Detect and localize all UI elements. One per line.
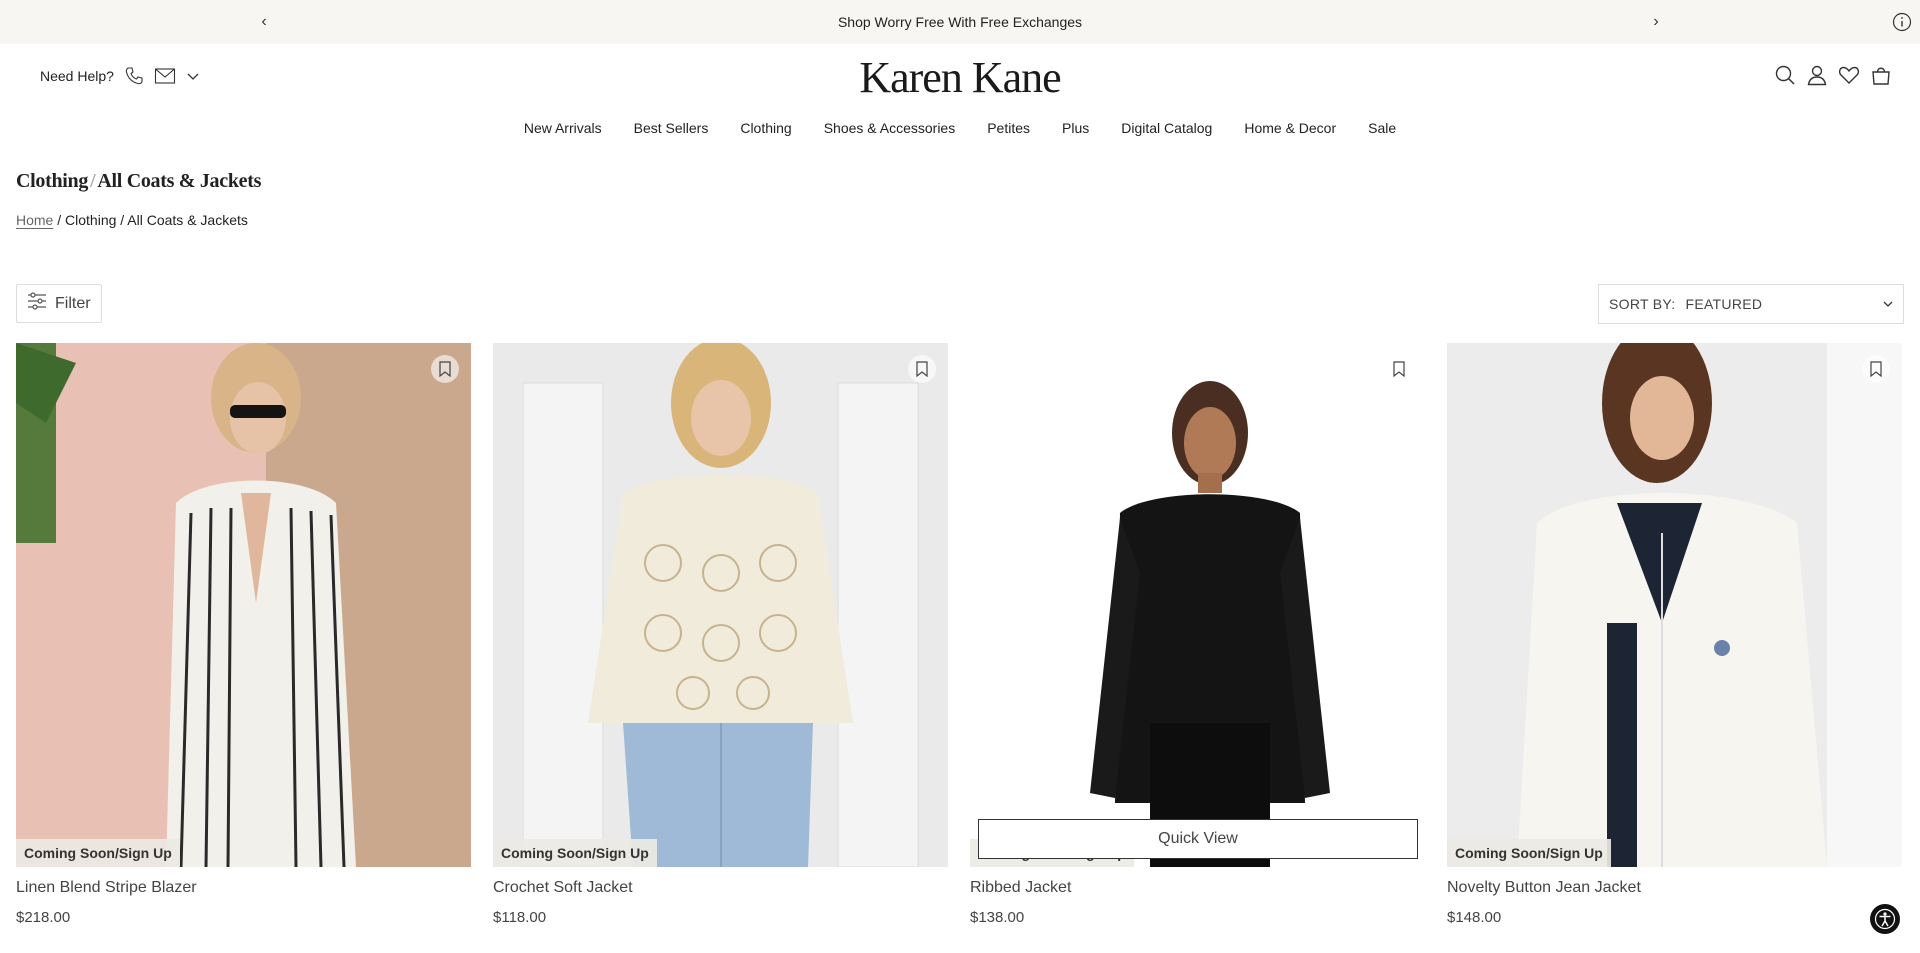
- nav-best-sellers[interactable]: Best Sellers: [634, 120, 709, 136]
- sort-value: FEATURED: [1685, 296, 1763, 312]
- product-price: $138.00: [970, 909, 1025, 926]
- heart-icon[interactable]: [1838, 64, 1860, 86]
- bookmark-icon[interactable]: [908, 355, 936, 383]
- page-title-separator: /: [90, 170, 96, 192]
- product-image[interactable]: Coming Soon/Sign Up Quick View: [970, 343, 1425, 867]
- bookmark-icon[interactable]: [431, 355, 459, 383]
- product-name[interactable]: Ribbed Jacket: [970, 879, 1425, 897]
- product-card[interactable]: Coming Soon/Sign Up Novelty Button Jean …: [1447, 343, 1902, 926]
- nav-clothing[interactable]: Clothing: [740, 120, 791, 136]
- product-grid: Coming Soon/Sign Up Linen Blend Stripe B…: [16, 343, 1902, 926]
- header-actions: [1774, 64, 1892, 86]
- announcement-text[interactable]: Shop Worry Free With Free Exchanges: [0, 14, 1920, 30]
- nav-home-decor[interactable]: Home & Decor: [1244, 120, 1336, 136]
- bookmark-icon[interactable]: [1385, 355, 1413, 383]
- page-title-current: All Coats & Jackets: [97, 170, 262, 192]
- main-nav: New Arrivals Best Sellers Clothing Shoes…: [0, 120, 1920, 136]
- product-price: $148.00: [1447, 909, 1502, 926]
- coming-soon-badge[interactable]: Coming Soon/Sign Up: [493, 839, 657, 867]
- quick-view-button[interactable]: Quick View: [978, 819, 1418, 859]
- product-image[interactable]: Coming Soon/Sign Up: [16, 343, 471, 867]
- nav-sale[interactable]: Sale: [1368, 120, 1396, 136]
- coming-soon-badge[interactable]: Coming Soon/Sign Up: [1447, 839, 1611, 867]
- product-price: $218.00: [16, 909, 71, 926]
- product-name[interactable]: Linen Blend Stripe Blazer: [16, 879, 471, 897]
- nav-digital-catalog[interactable]: Digital Catalog: [1121, 120, 1212, 136]
- sort-select[interactable]: SORT BY: FEATURED: [1598, 284, 1904, 324]
- product-name[interactable]: Novelty Button Jean Jacket: [1447, 879, 1902, 897]
- breadcrumb-trail: / Clothing / All Coats & Jackets: [53, 212, 248, 228]
- nav-petites[interactable]: Petites: [987, 120, 1030, 136]
- product-card[interactable]: Coming Soon/Sign Up Quick View Ribbed Ja…: [970, 343, 1425, 926]
- product-image[interactable]: Coming Soon/Sign Up: [1447, 343, 1902, 867]
- breadcrumb-home[interactable]: Home: [16, 212, 53, 228]
- filter-label: Filter: [55, 294, 91, 312]
- coming-soon-badge[interactable]: Coming Soon/Sign Up: [16, 839, 180, 867]
- product-name[interactable]: Crochet Soft Jacket: [493, 879, 948, 897]
- page-title-parent: Clothing: [16, 170, 89, 192]
- product-card[interactable]: Coming Soon/Sign Up Crochet Soft Jacket …: [493, 343, 948, 926]
- filter-button[interactable]: Filter: [16, 284, 102, 323]
- breadcrumb: Home / Clothing / All Coats & Jackets: [16, 212, 248, 228]
- sort-label: SORT BY:: [1609, 296, 1676, 312]
- bag-icon[interactable]: [1870, 64, 1892, 86]
- product-card[interactable]: Coming Soon/Sign Up Linen Blend Stripe B…: [16, 343, 471, 926]
- chevron-down-icon: [1881, 297, 1895, 314]
- nav-shoes-accessories[interactable]: Shoes & Accessories: [824, 120, 956, 136]
- accessibility-icon[interactable]: [1870, 904, 1900, 934]
- search-icon[interactable]: [1774, 64, 1796, 86]
- product-price: $118.00: [493, 909, 547, 926]
- product-image[interactable]: Coming Soon/Sign Up: [493, 343, 948, 867]
- announcement-bar: ‹ Shop Worry Free With Free Exchanges ›: [0, 0, 1920, 44]
- nav-plus[interactable]: Plus: [1062, 120, 1089, 136]
- brand-logo[interactable]: Karen Kane: [0, 52, 1920, 103]
- info-icon[interactable]: [1892, 12, 1912, 32]
- sliders-icon: [27, 292, 47, 315]
- chevron-right-icon[interactable]: ›: [1646, 12, 1666, 32]
- user-icon[interactable]: [1806, 64, 1828, 86]
- bookmark-icon[interactable]: [1862, 355, 1890, 383]
- page-title: Clothing / All Coats & Jackets: [16, 170, 261, 193]
- nav-new-arrivals[interactable]: New Arrivals: [524, 120, 602, 136]
